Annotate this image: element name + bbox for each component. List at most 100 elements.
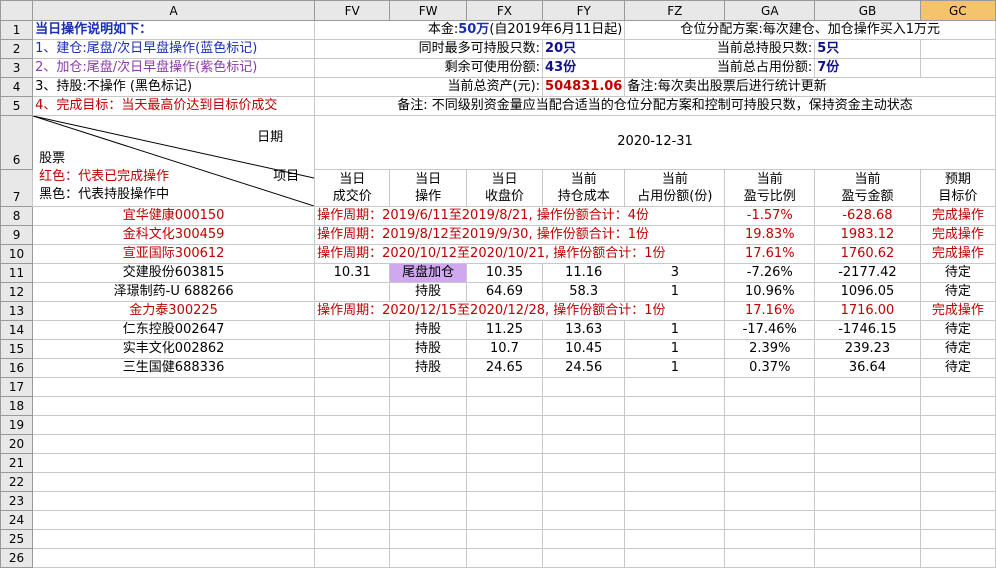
stock-name[interactable]: 三生国健688336 <box>32 358 316 378</box>
empty-cell[interactable] <box>919 510 996 530</box>
shares[interactable]: 1 <box>624 320 726 340</box>
stock-name[interactable]: 实丰文化002862 <box>32 339 316 359</box>
empty-cell[interactable] <box>465 377 544 397</box>
empty-cell[interactable] <box>919 548 996 568</box>
empty-cell[interactable] <box>724 396 816 416</box>
empty-cell[interactable] <box>814 491 921 511</box>
pl-ratio[interactable]: 19.83% <box>724 225 816 245</box>
operation-period[interactable]: 操作周期：2019/6/11至2019/8/21, 操作份额合计：4份 <box>314 206 726 226</box>
cell-rule-4[interactable]: 4、完成目标：当天最高价达到目标价成交 <box>32 96 316 116</box>
empty-cell[interactable] <box>314 377 391 397</box>
empty-cell[interactable] <box>32 510 316 530</box>
empty-cell[interactable] <box>724 415 816 435</box>
column-header-ga[interactable]: GA <box>724 0 816 21</box>
close-price[interactable]: 11.25 <box>465 320 544 340</box>
stock-name[interactable]: 金科文化300459 <box>32 225 316 245</box>
empty-cell[interactable] <box>32 396 316 416</box>
pl-amount[interactable]: 1716.00 <box>814 301 921 321</box>
empty-cell[interactable] <box>919 472 996 492</box>
pl-amount[interactable]: 36.64 <box>814 358 921 378</box>
empty-cell[interactable] <box>814 453 921 473</box>
empty-cell[interactable] <box>724 434 816 454</box>
empty-cell[interactable] <box>389 472 467 492</box>
cell-empty[interactable] <box>919 58 996 78</box>
empty-cell[interactable] <box>465 491 544 511</box>
cell-remain-label[interactable]: 剩余可使用份额: <box>314 58 544 78</box>
col-header-shares[interactable]: 当前 占用份额(份) <box>624 168 726 208</box>
target-price[interactable]: 待定 <box>919 282 996 302</box>
empty-cell[interactable] <box>814 548 921 568</box>
cell-rule-3[interactable]: 3、持股:不操作 (黑色标记) <box>32 77 316 97</box>
close-price[interactable]: 10.35 <box>465 263 544 283</box>
empty-cell[interactable] <box>389 510 467 530</box>
hold-cost[interactable]: 24.56 <box>542 358 626 378</box>
row-header[interactable]: 19 <box>0 415 34 435</box>
column-header-fx[interactable]: FX <box>465 0 544 21</box>
empty-cell[interactable] <box>314 529 391 549</box>
empty-cell[interactable] <box>814 415 921 435</box>
row-header[interactable]: 22 <box>0 472 34 492</box>
empty-cell[interactable] <box>465 396 544 416</box>
column-header-fz[interactable]: FZ <box>624 0 726 21</box>
shares[interactable]: 1 <box>624 358 726 378</box>
empty-cell[interactable] <box>542 548 626 568</box>
pl-ratio[interactable]: 17.16% <box>724 301 816 321</box>
deal-price[interactable] <box>314 358 391 378</box>
row-header[interactable]: 21 <box>0 453 34 473</box>
hold-cost[interactable]: 10.45 <box>542 339 626 359</box>
empty-cell[interactable] <box>314 472 391 492</box>
column-header-fw[interactable]: FW <box>389 0 467 21</box>
shares[interactable]: 1 <box>624 282 726 302</box>
select-all-corner[interactable] <box>0 0 34 21</box>
hold-cost[interactable]: 13.63 <box>542 320 626 340</box>
pl-ratio[interactable]: -1.57% <box>724 206 816 226</box>
cell-diagonal-header[interactable]: 日期 股票 项目 红色：代表已完成操作 黑色：代表持股操作中 <box>32 115 316 207</box>
empty-cell[interactable] <box>724 510 816 530</box>
empty-cell[interactable] <box>624 415 726 435</box>
empty-cell[interactable] <box>32 434 316 454</box>
empty-cell[interactable] <box>465 548 544 568</box>
cell-cur-hold-value[interactable]: 5只 <box>814 39 921 59</box>
empty-cell[interactable] <box>32 491 316 511</box>
row-header[interactable]: 6 <box>0 115 34 170</box>
hold-cost[interactable]: 11.16 <box>542 263 626 283</box>
operation[interactable]: 持股 <box>389 320 467 340</box>
row-header[interactable]: 10 <box>0 244 34 264</box>
empty-cell[interactable] <box>624 548 726 568</box>
empty-cell[interactable] <box>389 491 467 511</box>
empty-cell[interactable] <box>465 472 544 492</box>
empty-cell[interactable] <box>624 510 726 530</box>
pl-ratio[interactable]: 0.37% <box>724 358 816 378</box>
empty-cell[interactable] <box>919 491 996 511</box>
pl-ratio[interactable]: 2.39% <box>724 339 816 359</box>
empty-cell[interactable] <box>389 453 467 473</box>
deal-price[interactable] <box>314 339 391 359</box>
empty-cell[interactable] <box>814 377 921 397</box>
col-header-operation[interactable]: 当日 操作 <box>389 168 467 208</box>
col-header-close-price[interactable]: 当日 收盘价 <box>465 168 544 208</box>
empty-cell[interactable] <box>32 415 316 435</box>
cell-used-value[interactable]: 7份 <box>814 58 921 78</box>
empty-cell[interactable] <box>32 548 316 568</box>
empty-cell[interactable] <box>314 415 391 435</box>
operation[interactable]: 尾盘加仓 <box>389 263 467 283</box>
column-header-fy[interactable]: FY <box>542 0 626 21</box>
empty-cell[interactable] <box>465 434 544 454</box>
cell-note-1[interactable]: 备注:每次卖出股票后进行统计更新 <box>624 77 996 97</box>
empty-cell[interactable] <box>919 529 996 549</box>
empty-cell[interactable] <box>624 453 726 473</box>
stock-name[interactable]: 泽璟制药-U 688266 <box>32 282 316 302</box>
pl-amount[interactable]: -2177.42 <box>814 263 921 283</box>
cell-cur-hold-label[interactable]: 当前总持股只数: <box>624 39 816 59</box>
empty-cell[interactable] <box>724 453 816 473</box>
column-header-gc[interactable]: GC <box>919 0 996 21</box>
deal-price[interactable]: 10.31 <box>314 263 391 283</box>
row-header[interactable]: 12 <box>0 282 34 302</box>
cell-max-hold-label[interactable]: 同时最多可持股只数: <box>314 39 544 59</box>
cell-title[interactable]: 当日操作说明如下： <box>32 20 316 40</box>
stock-name[interactable]: 宜华健康000150 <box>32 206 316 226</box>
cell-alloc-plan[interactable]: 仓位分配方案:每次建仓、加仓操作买入1万元 <box>624 20 996 40</box>
row-header[interactable]: 20 <box>0 434 34 454</box>
row-header[interactable]: 5 <box>0 96 34 116</box>
row-header[interactable]: 8 <box>0 206 34 226</box>
